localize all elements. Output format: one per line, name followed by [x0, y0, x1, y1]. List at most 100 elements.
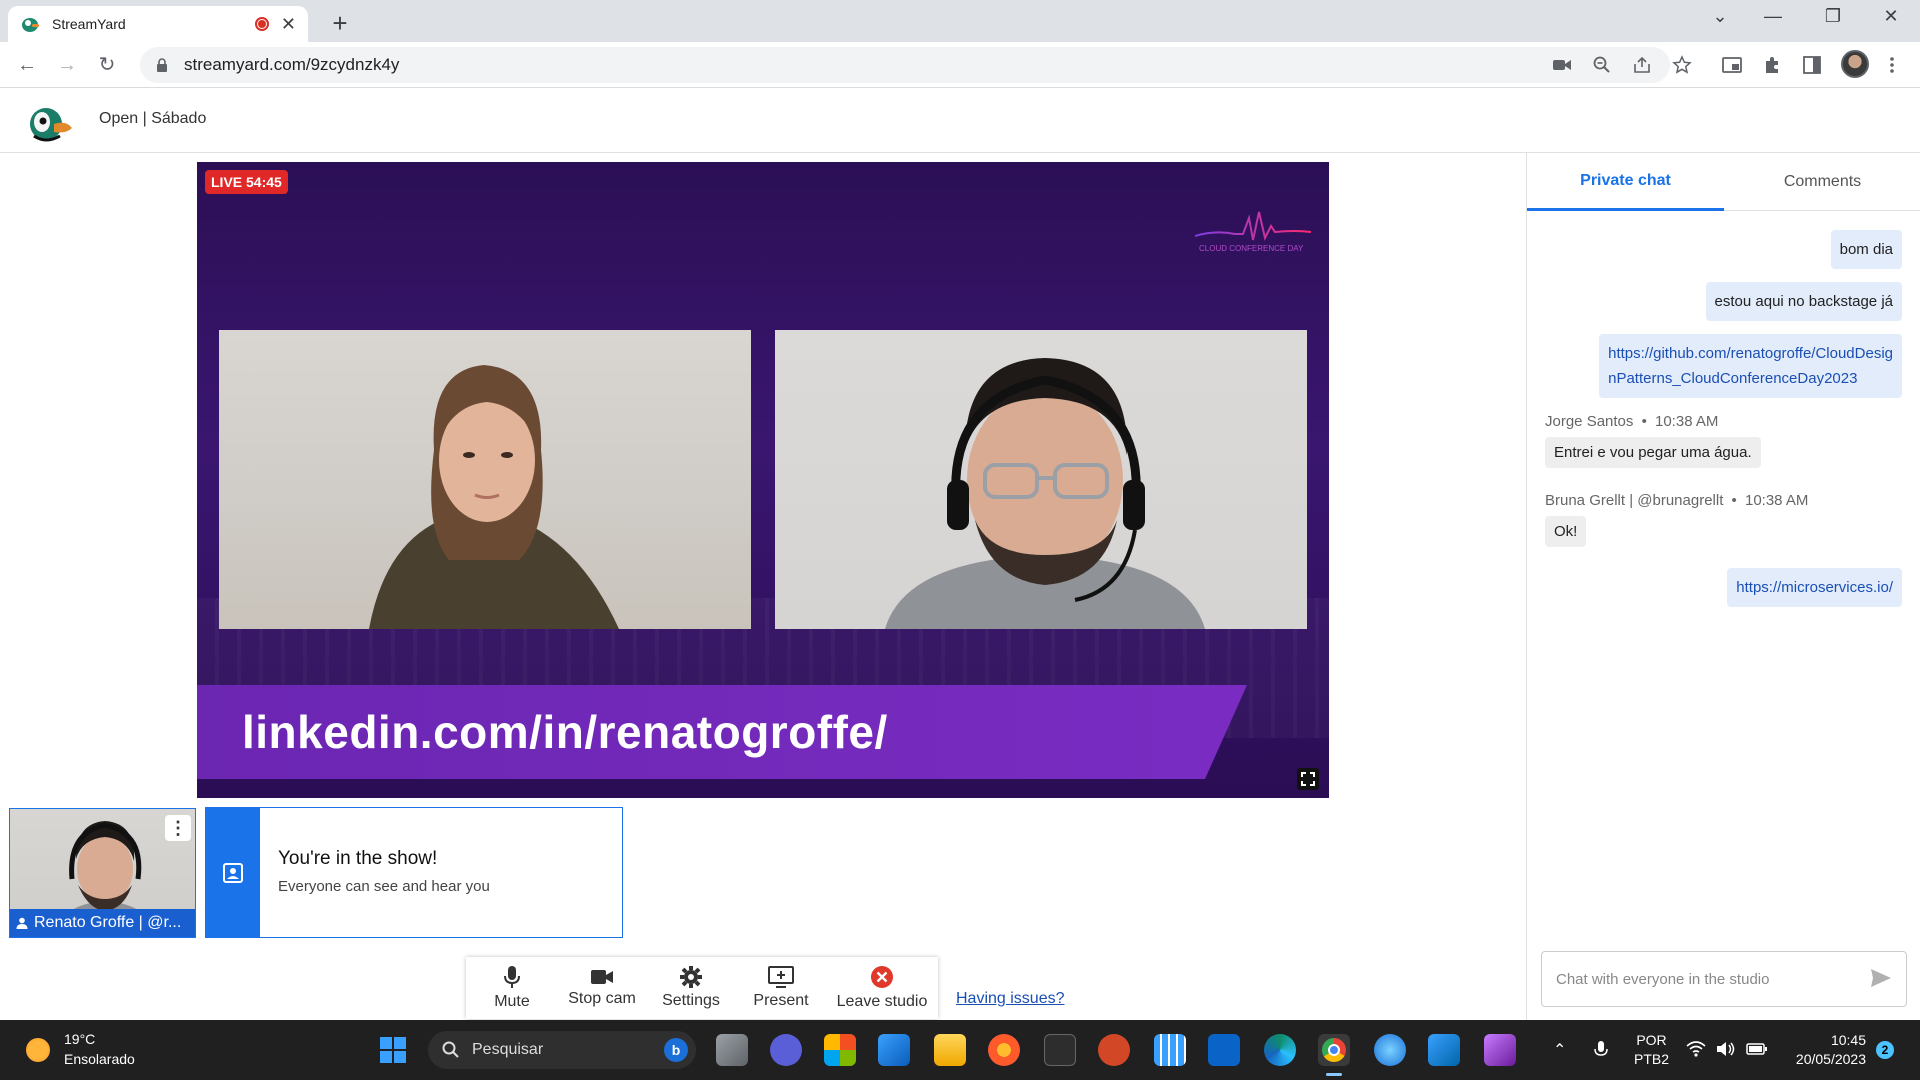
person-icon — [16, 917, 28, 929]
video-camera-icon — [591, 970, 613, 984]
chat-message-link: https://github.com/renatogroffe/CloudDes… — [1599, 334, 1902, 398]
browser-toolbar: ← → ↻ streamyard.com/9zcydnzk4y — [0, 42, 1920, 88]
leave-studio-button[interactable]: Leave studio — [826, 957, 938, 1019]
bing-icon: b — [664, 1038, 688, 1062]
video-feed-host[interactable] — [775, 330, 1307, 629]
gear-icon — [680, 966, 702, 988]
clock-time: 10:45 — [1830, 1032, 1866, 1048]
message-time: 10:38 AM — [1744, 492, 1809, 509]
recording-indicator-icon — [254, 17, 269, 31]
chat-message-meta: Bruna Grellt | @brunagrellt • 10:38 AM — [1545, 492, 1809, 509]
present-button[interactable]: Present — [736, 957, 826, 1019]
fullscreen-icon[interactable] — [1297, 768, 1319, 790]
reload-button[interactable]: ↻ — [94, 52, 120, 78]
bookmark-star-icon[interactable] — [1670, 53, 1694, 77]
start-button[interactable] — [380, 1037, 406, 1063]
profile-avatar[interactable] — [1841, 50, 1869, 78]
file-explorer-icon[interactable] — [934, 1034, 966, 1066]
tab-comments[interactable]: Comments — [1724, 153, 1920, 211]
wifi-icon[interactable] — [1686, 1040, 1706, 1058]
address-bar[interactable]: streamyard.com/9zcydnzk4y — [140, 47, 1670, 83]
vscode-icon[interactable] — [1428, 1034, 1460, 1066]
share-icon[interactable] — [1630, 53, 1654, 77]
minimize-button[interactable]: — — [1753, 6, 1793, 27]
message-author: Bruna Grellt | @brunagrellt — [1545, 492, 1724, 509]
settings-button[interactable]: Settings — [646, 957, 736, 1019]
battery-icon[interactable] — [1746, 1040, 1768, 1058]
studio-controls: Mute Stop cam Settings Present Leave stu… — [466, 957, 938, 1019]
stop-cam-button[interactable]: Stop cam — [558, 957, 646, 1019]
microsoft-store-icon[interactable] — [824, 1034, 856, 1066]
lock-icon — [157, 58, 167, 72]
side-panel-icon[interactable] — [1800, 53, 1824, 77]
task-view-icon[interactable] — [716, 1034, 748, 1066]
broadcast-title[interactable]: Open | Sábado — [99, 110, 206, 128]
weather-temperature: 19°C — [64, 1031, 96, 1047]
microservices-link[interactable]: https://microservices.io/ — [1736, 579, 1893, 596]
weather-app-icon[interactable] — [878, 1034, 910, 1066]
banner-lower-third: linkedin.com/in/renatogroffe/ — [197, 685, 1247, 779]
chat-message-link: https://microservices.io/ — [1727, 568, 1902, 607]
camera-in-use-icon[interactable] — [1550, 53, 1574, 77]
forward-button[interactable]: → — [54, 52, 80, 78]
tray-overflow-chevron-icon[interactable]: ⌃ — [1553, 1040, 1566, 1060]
firefox-icon[interactable] — [988, 1034, 1020, 1066]
streamyard-logo-icon[interactable] — [26, 100, 74, 142]
clock-date: 20/05/2023 — [1795, 1051, 1866, 1067]
in-show-side-panel — [206, 808, 260, 937]
weather-sun-icon[interactable] — [26, 1038, 50, 1062]
leave-studio-label: Leave studio — [836, 993, 928, 1010]
chrome-active-slot[interactable] — [1318, 1034, 1350, 1066]
browser-tab[interactable]: StreamYard ✕ — [8, 6, 308, 42]
tab-close-icon[interactable]: ✕ — [281, 14, 296, 35]
participant-name: Renato Groffe | @r... — [34, 914, 182, 931]
notification-badge[interactable]: 2 — [1876, 1041, 1894, 1059]
send-icon[interactable] — [1870, 968, 1892, 988]
chat-message: Entrei e vou pegar uma água. — [1545, 437, 1761, 468]
terminal-icon[interactable] — [1044, 1034, 1076, 1066]
volume-icon[interactable] — [1716, 1040, 1736, 1058]
chat-message: bom dia — [1830, 230, 1902, 269]
tab-private-chat[interactable]: Private chat — [1527, 153, 1724, 211]
back-button[interactable]: ← — [14, 52, 40, 78]
picture-in-picture-icon[interactable] — [1720, 53, 1744, 77]
edge-icon[interactable] — [1264, 1034, 1296, 1066]
chat-message: estou aqui no backstage já — [1705, 282, 1902, 321]
chrome-icon-center — [1328, 1044, 1340, 1056]
powerpoint-icon[interactable] — [1098, 1034, 1130, 1066]
visual-studio-icon[interactable] — [1484, 1034, 1516, 1066]
mail-icon[interactable] — [1208, 1034, 1240, 1066]
participant-options-button[interactable]: ⋮ — [165, 815, 191, 841]
restore-button[interactable]: ❐ — [1813, 6, 1853, 27]
participant-name-bar: Renato Groffe | @r... — [10, 909, 195, 937]
input-language-indicator[interactable]: POR PTB2 — [1634, 1031, 1669, 1069]
tab-search-icon[interactable]: ⌄ — [1700, 6, 1740, 27]
extensions-puzzle-icon[interactable] — [1760, 53, 1784, 77]
video-feed-guest[interactable] — [219, 330, 751, 629]
weather-description: Ensolarado — [64, 1051, 135, 1067]
chat-input-placeholder: Chat with everyone in the studio — [1556, 970, 1770, 988]
chat-input[interactable]: Chat with everyone in the studio — [1541, 951, 1907, 1007]
present-label: Present — [753, 992, 809, 1009]
new-tab-button[interactable]: + — [326, 8, 354, 39]
tray-microphone-icon[interactable] — [1594, 1040, 1608, 1060]
broadcast-stage: LIVE 54:45 CLOUD CONFERENCE DAY linkedin… — [197, 162, 1329, 798]
chat-message-meta: Jorge Santos • 10:38 AM — [1545, 413, 1719, 430]
teams-chat-icon[interactable] — [770, 1034, 802, 1066]
github-link[interactable]: https://github.com/renatogroffe/CloudDes… — [1608, 345, 1893, 387]
github-link-line-2: nPatterns_CloudConferenceDay2023 — [1608, 370, 1858, 387]
studio-header: Open | Sábado — [0, 88, 1920, 153]
participant-thumbnail[interactable]: ⋮ Renato Groffe | @r... — [9, 808, 196, 938]
system-clock[interactable]: 10:45 20/05/2023 — [1780, 1031, 1866, 1069]
globe-app-icon[interactable] — [1374, 1034, 1406, 1066]
taskbar-search[interactable]: Pesquisar b — [428, 1031, 696, 1069]
having-issues-link[interactable]: Having issues? — [956, 990, 1065, 1008]
app-grid-icon[interactable] — [1154, 1034, 1186, 1066]
browser-menu-icon[interactable] — [1880, 53, 1904, 77]
taskbar-search-placeholder: Pesquisar — [472, 1041, 544, 1058]
microphone-icon — [504, 966, 520, 988]
window-close-button[interactable]: ✕ — [1871, 6, 1911, 27]
mute-button[interactable]: Mute — [466, 957, 558, 1019]
stop-cam-label: Stop cam — [568, 990, 636, 1007]
zoom-icon[interactable] — [1590, 53, 1614, 77]
